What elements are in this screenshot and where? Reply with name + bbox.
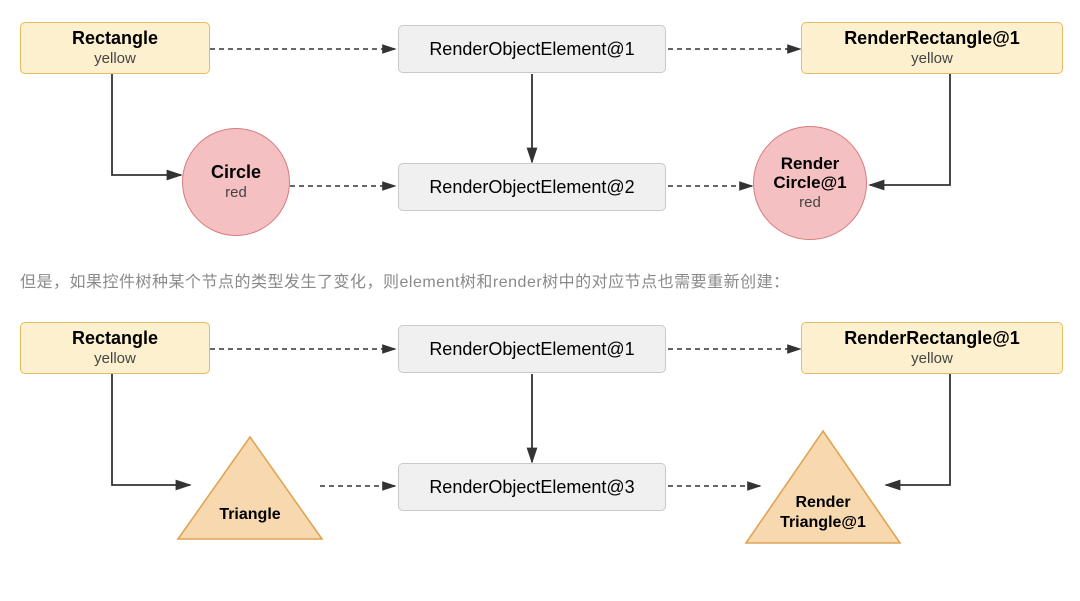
- widget-circle-1-title: Circle: [211, 161, 261, 184]
- widget-triangle-2-title: Triangle: [175, 506, 325, 524]
- element-3: RenderObjectElement@3: [398, 463, 666, 511]
- element-1b-label: RenderObjectElement@1: [429, 338, 634, 361]
- widget-rectangle-1: Rectangle yellow: [20, 22, 210, 74]
- diagram-canvas: Rectangle yellow Circle red RenderObject…: [0, 0, 1080, 601]
- element-1: RenderObjectElement@1: [398, 25, 666, 73]
- widget-rectangle-2: Rectangle yellow: [20, 322, 210, 374]
- render-triangle-2-line2: Triangle@1: [743, 514, 903, 532]
- element-1b: RenderObjectElement@1: [398, 325, 666, 373]
- caption-text: 但是，如果控件树种某个节点的类型发生了变化，则element树和render树中…: [20, 268, 1060, 292]
- element-1-label: RenderObjectElement@1: [429, 38, 634, 61]
- render-rectangle-2: RenderRectangle@1 yellow: [801, 322, 1063, 374]
- render-circle-1-line2: Circle@1: [773, 172, 846, 193]
- widget-circle-1-subtitle: red: [225, 184, 247, 203]
- widget-rectangle-2-title: Rectangle: [72, 327, 158, 350]
- render-circle-1: Render Circle@1 red: [753, 126, 867, 240]
- element-2: RenderObjectElement@2: [398, 163, 666, 211]
- render-circle-1-line1: Render: [781, 153, 840, 174]
- render-rectangle-1: RenderRectangle@1 yellow: [801, 22, 1063, 74]
- element-3-label: RenderObjectElement@3: [429, 476, 634, 499]
- render-rectangle-1-title: RenderRectangle@1: [844, 27, 1020, 50]
- render-rectangle-1-subtitle: yellow: [911, 50, 953, 69]
- widget-triangle-2: Triangle: [175, 434, 325, 542]
- element-2-label: RenderObjectElement@2: [429, 176, 634, 199]
- render-rectangle-2-title: RenderRectangle@1: [844, 327, 1020, 350]
- render-triangle-2-line1: Render: [743, 494, 903, 512]
- widget-rectangle-2-subtitle: yellow: [94, 350, 136, 369]
- render-rectangle-2-subtitle: yellow: [911, 350, 953, 369]
- widget-rectangle-1-title: Rectangle: [72, 27, 158, 50]
- widget-rectangle-1-subtitle: yellow: [94, 50, 136, 69]
- render-triangle-2: Render Triangle@1: [743, 428, 903, 546]
- widget-circle-1: Circle red: [182, 128, 290, 236]
- render-circle-1-subtitle: red: [799, 194, 821, 213]
